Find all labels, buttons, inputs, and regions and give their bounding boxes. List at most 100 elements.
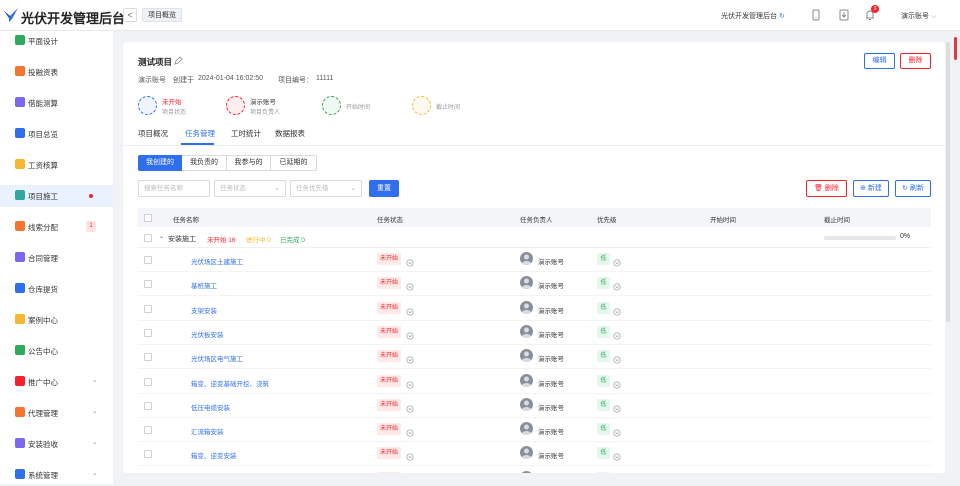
task-name-link[interactable]: 箱变、逆变安装 xyxy=(191,450,237,460)
task-name-link[interactable]: 支架安装 xyxy=(191,305,217,315)
priority-badge[interactable]: 低 xyxy=(597,423,610,435)
priority-dropdown-icon[interactable] xyxy=(613,254,621,262)
filter-created-by-me[interactable]: 我创建的 xyxy=(138,155,182,171)
task-name-link[interactable]: 低压电缆安装 xyxy=(191,402,230,412)
task-name-link[interactable]: 箱变、逆变基础开挖、浇筑 xyxy=(191,378,269,388)
delete-task-button[interactable]: 🗑︎ 删除 xyxy=(806,180,847,197)
status-badge[interactable]: 未开始 xyxy=(377,399,401,411)
priority-dropdown-icon[interactable] xyxy=(613,303,621,311)
search-input[interactable]: 搜索任务名称 xyxy=(138,180,210,197)
table-row[interactable]: 汇流箱安装未开始演示账号低 xyxy=(138,418,931,442)
chevron-down-icon[interactable]: ⌄ xyxy=(159,233,164,240)
priority-badge[interactable]: 低 xyxy=(597,399,610,411)
filter-owned-by-me[interactable]: 我负责的 xyxy=(182,155,227,171)
status-badge[interactable]: 未开始 xyxy=(377,423,401,435)
status-badge[interactable]: 未开始 xyxy=(377,302,401,314)
sidebar-item-12[interactable]: 代理管理⌄ xyxy=(0,402,113,424)
table-row[interactable]: 光伏场区电气施工未开始演示账号低 xyxy=(138,345,931,369)
priority-dropdown-icon[interactable] xyxy=(613,351,621,359)
sidebar-item-5[interactable]: 项目施工 xyxy=(0,185,113,207)
priority-badge[interactable]: 低 xyxy=(597,302,610,314)
task-group-row[interactable]: ⌄ 安装施工 未开始 16 进行中 0 已完成 0 0% xyxy=(138,227,931,248)
priority-badge[interactable]: 低 xyxy=(597,472,610,473)
task-name-link[interactable]: 光伏场区电气施工 xyxy=(191,353,243,363)
sidebar-item-14[interactable]: 系统管理⌄ xyxy=(0,464,113,486)
priority-dropdown-icon[interactable] xyxy=(613,400,621,408)
create-task-button[interactable]: ⊕ 新建 xyxy=(853,180,889,197)
priority-dropdown-icon[interactable] xyxy=(613,327,621,335)
status-dropdown-icon[interactable] xyxy=(406,351,414,359)
reset-button[interactable]: 重置 xyxy=(369,180,399,197)
row-checkbox[interactable] xyxy=(144,256,152,264)
tab-overview[interactable]: 项目概况 xyxy=(138,128,168,139)
priority-badge[interactable]: 低 xyxy=(597,253,610,265)
group-checkbox[interactable] xyxy=(144,234,152,242)
filter-overdue[interactable]: 已延期的 xyxy=(271,155,317,171)
priority-dropdown-icon[interactable] xyxy=(613,376,621,384)
status-dropdown-icon[interactable] xyxy=(406,400,414,408)
row-checkbox[interactable] xyxy=(144,450,152,458)
account-menu[interactable]: 演示账号 ⌵ xyxy=(901,11,936,21)
status-dropdown-icon[interactable] xyxy=(406,278,414,286)
priority-badge[interactable]: 低 xyxy=(597,350,610,362)
table-row[interactable]: 光伏板安装未开始演示账号低 xyxy=(138,321,931,345)
sidebar-item-3[interactable]: 项目总览 xyxy=(0,123,113,145)
priority-select[interactable]: 任务优先级⌄ xyxy=(290,180,362,197)
task-name-link[interactable]: 光伏板安装 xyxy=(191,329,224,339)
back-button[interactable]: < xyxy=(123,8,137,22)
sidebar-item-8[interactable]: 仓库提货 xyxy=(0,278,113,300)
delete-project-button[interactable]: 删除 xyxy=(900,53,931,69)
status-dropdown-icon[interactable] xyxy=(406,327,414,335)
table-row[interactable]: 未开始演示账号低 xyxy=(138,467,931,473)
status-badge[interactable]: 未开始 xyxy=(377,447,401,459)
status-badge[interactable]: 未开始 xyxy=(377,350,401,362)
table-row[interactable]: 基桩施工未开始演示账号低 xyxy=(138,272,931,296)
tab-task-management[interactable]: 任务管理 xyxy=(185,128,215,139)
sidebar-item-13[interactable]: 安装验收⌄ xyxy=(0,433,113,455)
task-name-link[interactable]: 光伏场区土建施工 xyxy=(191,256,243,266)
table-row[interactable]: 低压电缆安装未开始演示账号低 xyxy=(138,394,931,418)
tab-project-overview[interactable]: 项目概览 xyxy=(142,8,182,22)
select-all-checkbox[interactable] xyxy=(144,214,152,222)
filter-participating[interactable]: 我参与的 xyxy=(227,155,271,171)
row-checkbox[interactable] xyxy=(144,305,152,313)
table-row[interactable]: 箱变、逆变安装未开始演示账号低 xyxy=(138,442,931,466)
status-dropdown-icon[interactable] xyxy=(406,303,414,311)
priority-badge[interactable]: 低 xyxy=(597,447,610,459)
row-checkbox[interactable] xyxy=(144,378,152,386)
status-badge[interactable]: 未开始 xyxy=(377,253,401,265)
tab-work-hours[interactable]: 工时统计 xyxy=(231,128,261,139)
edit-button[interactable]: 编辑 xyxy=(864,53,895,69)
sidebar-item-7[interactable]: 合同管理 xyxy=(0,247,113,269)
status-dropdown-icon[interactable] xyxy=(406,424,414,432)
sidebar-item-6[interactable]: 线索分配1 xyxy=(0,216,113,238)
sidebar-item-9[interactable]: 案例中心 xyxy=(0,309,113,331)
status-dropdown-icon[interactable] xyxy=(406,254,414,262)
task-name-link[interactable]: 基桩施工 xyxy=(191,280,217,290)
status-badge[interactable]: 未开始 xyxy=(377,277,401,289)
status-dropdown-icon[interactable] xyxy=(406,448,414,456)
sidebar-item-10[interactable]: 公告中心 xyxy=(0,340,113,362)
priority-dropdown-icon[interactable] xyxy=(613,448,621,456)
table-row[interactable]: 支架安装未开始演示账号低 xyxy=(138,297,931,321)
mobile-icon[interactable] xyxy=(810,9,822,21)
status-badge[interactable]: 未开始 xyxy=(377,326,401,338)
priority-dropdown-icon[interactable] xyxy=(613,424,621,432)
priority-badge[interactable]: 低 xyxy=(597,326,610,338)
status-dropdown-icon[interactable] xyxy=(406,376,414,384)
row-checkbox[interactable] xyxy=(144,426,152,434)
status-badge[interactable]: 未开始 xyxy=(377,472,401,473)
page-scrollbar[interactable] xyxy=(946,42,950,322)
refresh-button[interactable]: ↻ 刷新 xyxy=(895,180,931,197)
platform-name[interactable]: 光伏开发管理后台 ↻ xyxy=(721,11,785,21)
download-icon[interactable] xyxy=(838,9,850,21)
row-checkbox[interactable] xyxy=(144,402,152,410)
row-checkbox[interactable] xyxy=(144,280,152,288)
sidebar-item-11[interactable]: 推广中心⌄ xyxy=(0,371,113,393)
tab-reports[interactable]: 数据报表 xyxy=(275,128,305,139)
priority-badge[interactable]: 低 xyxy=(597,375,610,387)
table-row[interactable]: 箱变、逆变基础开挖、浇筑未开始演示账号低 xyxy=(138,370,931,394)
sidebar-item-2[interactable]: 借能测算 xyxy=(0,92,113,114)
scroll-position-marker[interactable] xyxy=(954,37,957,60)
row-checkbox[interactable] xyxy=(144,353,152,361)
